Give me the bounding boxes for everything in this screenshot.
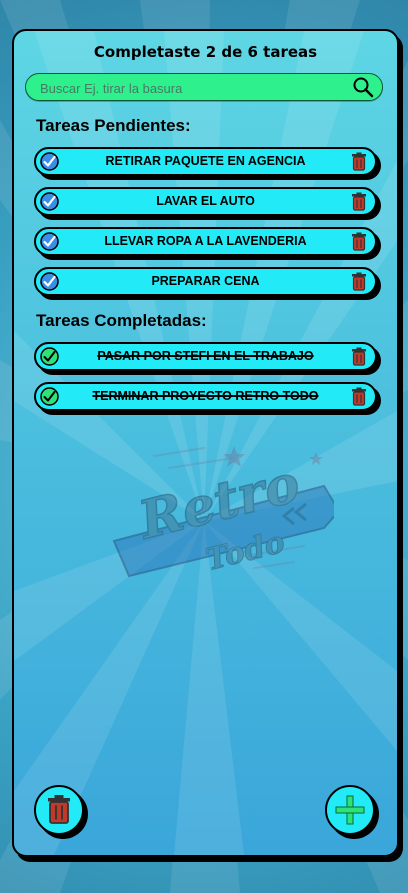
- completed-task-item[interactable]: TERMINAR PROYECTO RETRO TODO: [34, 382, 377, 411]
- pending-check-icon[interactable]: [40, 192, 59, 211]
- plus-icon: [335, 795, 365, 825]
- completed-task-item[interactable]: PASAR POR STEFI EN EL TRABAJO: [34, 342, 377, 371]
- search-icon[interactable]: [352, 76, 374, 98]
- pending-check-icon[interactable]: [40, 232, 59, 251]
- completed-section-title: Tareas Completadas:: [36, 311, 207, 330]
- delete-all-button[interactable]: [34, 785, 84, 835]
- trash-icon[interactable]: [351, 192, 367, 211]
- trash-icon: [48, 795, 70, 824]
- task-label: PREPARAR CENA: [151, 274, 260, 288]
- task-label: LAVAR EL AUTO: [156, 194, 255, 208]
- search-bar: [25, 73, 383, 101]
- task-label: TERMINAR PROYECTO RETRO TODO: [92, 389, 319, 403]
- task-label: LLEVAR ROPA A LA LAVENDERIA: [104, 234, 307, 248]
- pending-check-icon[interactable]: [40, 272, 59, 291]
- trash-icon[interactable]: [351, 152, 367, 171]
- task-item[interactable]: LAVAR EL AUTO: [34, 187, 377, 216]
- progress-title: Completaste 2 de 6 tareas: [93, 43, 318, 61]
- todo-panel: Completaste 2 de 6 tareas Tareas Pendien…: [12, 29, 399, 857]
- pending-section-title: Tareas Pendientes:: [36, 116, 191, 135]
- search-input[interactable]: [38, 77, 342, 99]
- pending-check-icon[interactable]: [40, 152, 59, 171]
- trash-icon[interactable]: [351, 232, 367, 251]
- task-label: PASAR POR STEFI EN EL TRABAJO: [97, 349, 314, 363]
- add-task-button[interactable]: [325, 785, 375, 835]
- trash-icon[interactable]: [351, 347, 367, 366]
- completed-check-icon[interactable]: [40, 387, 59, 406]
- trash-icon[interactable]: [351, 387, 367, 406]
- trash-icon[interactable]: [351, 272, 367, 291]
- task-item[interactable]: RETIRAR PAQUETE EN AGENCIA: [34, 147, 377, 176]
- task-item[interactable]: PREPARAR CENA: [34, 267, 377, 296]
- task-label: RETIRAR PAQUETE EN AGENCIA: [105, 154, 306, 168]
- retro-todo-logo: Retro Todo: [112, 446, 334, 578]
- task-item[interactable]: LLEVAR ROPA A LA LAVENDERIA: [34, 227, 377, 256]
- completed-check-icon[interactable]: [40, 347, 59, 366]
